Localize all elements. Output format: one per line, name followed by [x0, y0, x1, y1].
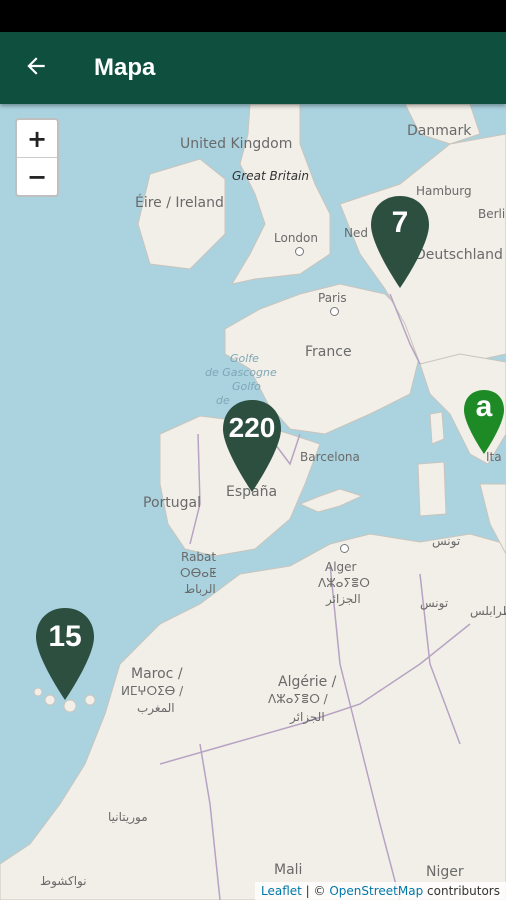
label-maroc-arabic: المغرب [137, 701, 175, 715]
label-berlin: Berli [478, 207, 506, 221]
label-alger-tifinagh: ⴷⵣⴰⵢⴻⵔ [318, 576, 370, 590]
label-tunis-arabic: تونس [432, 534, 461, 548]
label-mauritania-arabic: موريتانيا [108, 810, 148, 824]
attribution-contributors: contributors [423, 884, 500, 898]
marker-count: 220 [228, 412, 276, 443]
label-alger-arabic: الجزائر [326, 592, 361, 606]
label-ned: Ned [344, 226, 368, 240]
status-bar [0, 0, 506, 32]
label-nouakchott-arabic: نواكشوط [40, 874, 87, 888]
marker-count: 7 [391, 206, 409, 239]
page-title: Mapa [94, 54, 156, 81]
label-maroc-tifinagh: ⵍⵎⵖⵔⵉⴱ / [121, 684, 184, 698]
label-maroc: Maroc / [131, 666, 183, 682]
attribution-separator: | © [301, 884, 330, 898]
label-algerie-tifinagh: ⴷⵣⴰⵢⴻⵔ / [268, 692, 328, 706]
label-niger: Niger [426, 864, 464, 880]
label-golfe-2: de Gascogne [205, 366, 277, 379]
label-paris: Paris [318, 291, 347, 305]
zoom-in-button[interactable]: + [17, 120, 57, 158]
map-attribution: Leaflet | © OpenStreetMap contributors [255, 882, 506, 900]
label-barcelona: Barcelona [300, 450, 360, 464]
map-marker-cluster[interactable]: 7 [369, 194, 431, 290]
label-eire: Éire / Ireland [135, 195, 224, 211]
back-button[interactable] [18, 50, 54, 86]
label-golfe-1: Golfe [230, 352, 259, 365]
label-danmark: Danmark [407, 123, 472, 139]
label-rabat-arabic: الرباط [184, 582, 216, 596]
city-dot-paris [330, 307, 339, 316]
label-france: France [305, 344, 352, 360]
map-marker-poi[interactable]: a [462, 388, 506, 456]
label-london: London [274, 231, 318, 245]
label-algerie-arabic: الجزائر [290, 710, 325, 724]
map-marker-cluster[interactable]: 15 [34, 606, 96, 702]
label-great-britain: Great Britain [232, 169, 309, 183]
city-dot-london [295, 247, 304, 256]
zoom-out-button[interactable]: − [17, 158, 57, 195]
map-view[interactable]: United Kingdom Great Britain Éire / Irel… [0, 104, 506, 900]
label-alger: Alger [325, 560, 357, 574]
map-marker-cluster[interactable]: 220 [221, 398, 283, 494]
marker-count: 15 [48, 620, 82, 653]
arrow-left-icon[interactable] [23, 53, 49, 84]
label-golfe-3: Golfo [232, 380, 261, 393]
zoom-control: + − [15, 118, 59, 197]
label-united-kingdom: United Kingdom [180, 136, 293, 152]
app-bar: Mapa [0, 32, 506, 104]
label-portugal: Portugal [143, 495, 201, 511]
label-mali: Mali [274, 862, 303, 878]
leaflet-link[interactable]: Leaflet [261, 884, 302, 898]
marker-letter: a [475, 390, 493, 423]
label-tunis-arabic-2: تونس [420, 596, 449, 610]
label-rabat: Rabat [181, 550, 217, 564]
city-dot-alger [340, 544, 349, 553]
label-algerie: Algérie / [278, 674, 337, 690]
label-tripoli-arabic: طرابلس [470, 604, 506, 618]
label-rabat-tifinagh: ⵔⴱⴰⵟ [180, 566, 217, 580]
osm-link[interactable]: OpenStreetMap [329, 884, 423, 898]
